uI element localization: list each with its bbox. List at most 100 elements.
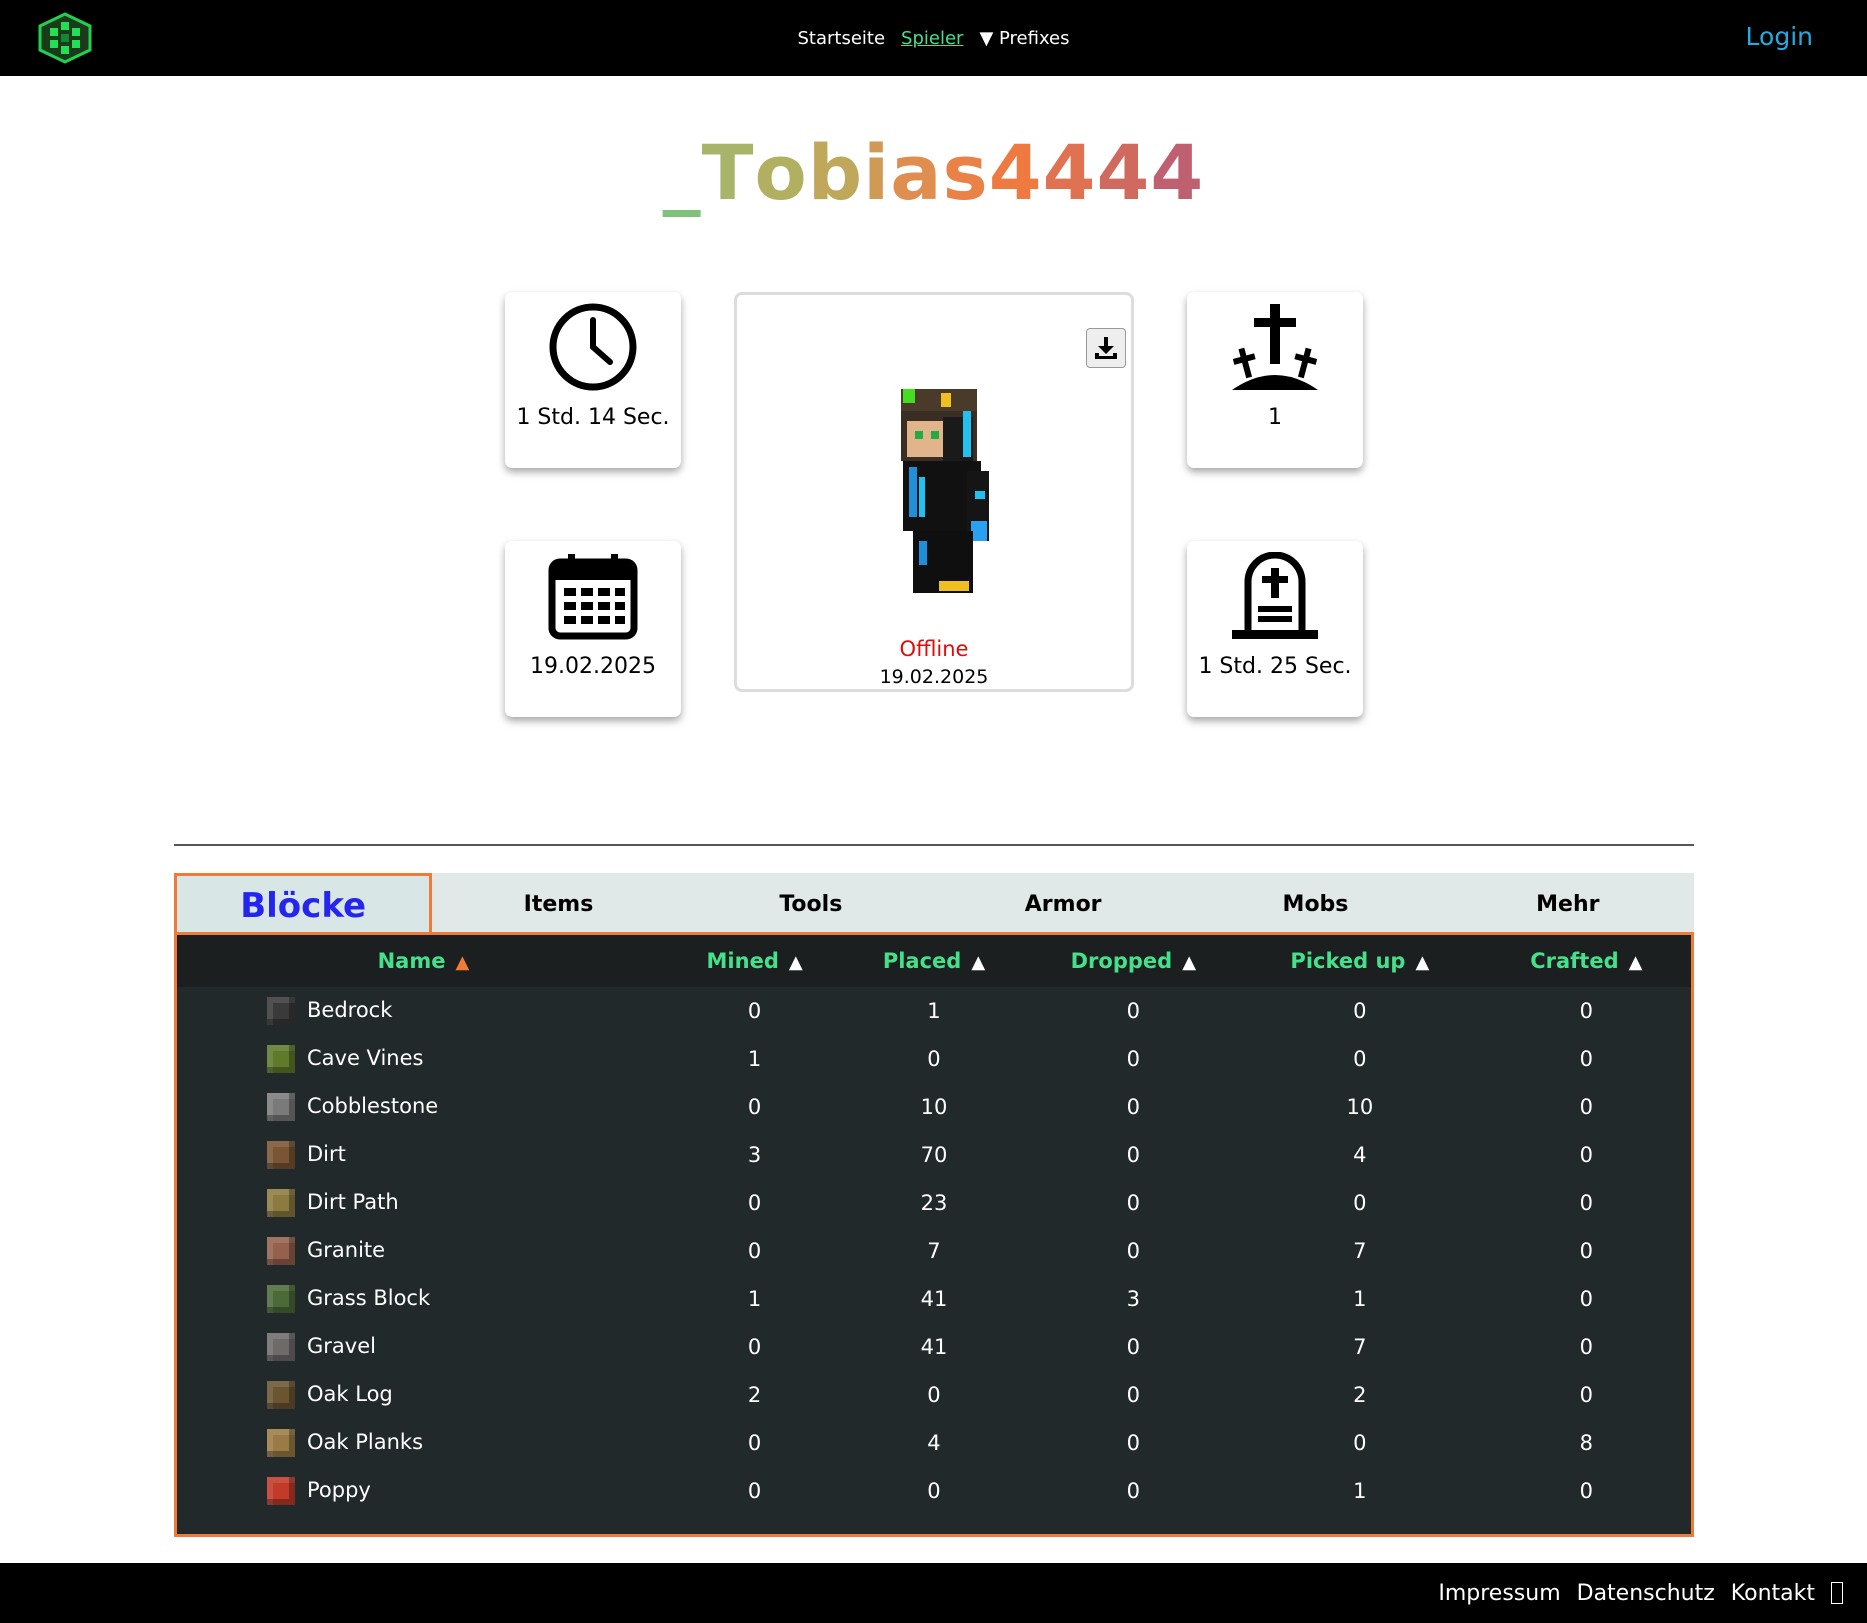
table-row: Bedrock 0 1 0 0 0: [177, 987, 1691, 1035]
player-name-letter: i: [863, 128, 891, 217]
stat-cell: 0: [1579, 1095, 1594, 1119]
block-icon: [267, 997, 295, 1025]
login-link[interactable]: Login: [1746, 22, 1813, 51]
stat-cell: 0: [1353, 1047, 1367, 1071]
stat-cell: 0: [747, 1479, 762, 1503]
table-row: Cave Vines 1 0 0 0 0: [177, 1035, 1691, 1083]
sort-asc-icon: ▲: [455, 952, 470, 973]
blocks-table-panel[interactable]: Name ▲ Mined ▲ Placed ▲ Dropped ▲ Picked up ▲…: [174, 932, 1694, 1537]
stats-tabs: Blöcke Items Tools Armor Mobs Mehr: [174, 873, 1694, 935]
tab-more[interactable]: Mehr: [1442, 873, 1694, 935]
stat-cell: 2: [1353, 1383, 1367, 1407]
block-name-cell: Poppy: [177, 1467, 670, 1515]
stat-cell: 4: [1353, 1143, 1367, 1167]
download-skin-button[interactable]: [1086, 328, 1126, 368]
calendar-icon: [505, 541, 681, 651]
table-header-row: Name ▲ Mined ▲ Placed ▲ Dropped ▲ Picked up ▲…: [177, 935, 1691, 987]
tab-mobs[interactable]: Mobs: [1189, 873, 1441, 935]
tab-armor[interactable]: Armor: [937, 873, 1189, 935]
player-name-letter: 4: [1150, 128, 1205, 217]
stat-cell: 0: [747, 1191, 762, 1215]
col-header-name[interactable]: Name ▲: [177, 935, 670, 987]
stat-cell: 1: [927, 999, 941, 1023]
stat-cell: 0: [1126, 1239, 1141, 1263]
sort-icon: ▲: [1628, 952, 1643, 973]
block-name-cell: Cobblestone: [177, 1083, 670, 1131]
stat-cell: 1: [747, 1047, 762, 1071]
stat-cell: 1: [1353, 1479, 1367, 1503]
table-row: Dirt Path 0 23 0 0 0: [177, 1179, 1691, 1227]
block-name-cell: Dirt Path: [177, 1179, 670, 1227]
block-name-cell: Grass Block: [177, 1275, 670, 1323]
col-header-mined[interactable]: Mined ▲: [670, 935, 839, 987]
col-header-picked-up[interactable]: Picked up ▲: [1238, 935, 1482, 987]
top-navbar: Startseite Spieler ▼ Prefixes Login: [0, 0, 1867, 76]
block-icon: [267, 1189, 295, 1217]
tab-blocks[interactable]: Blöcke: [174, 873, 433, 935]
nav-players-link[interactable]: Spieler: [901, 28, 963, 49]
col-header-crafted[interactable]: Crafted ▲: [1482, 935, 1691, 987]
block-icon: [267, 1045, 295, 1073]
stat-cell: 0: [1579, 1191, 1594, 1215]
stat-cell: 4: [927, 1431, 941, 1455]
first-join-card: 19.02.2025: [505, 541, 681, 717]
block-icon: [267, 1381, 295, 1409]
main-nav: Startseite Spieler ▼ Prefixes: [0, 0, 1867, 76]
stat-cell: 7: [927, 1239, 941, 1263]
player-name-letter: o: [754, 128, 808, 217]
block-name: Granite: [307, 1238, 386, 1262]
block-name: Dirt: [307, 1142, 346, 1166]
stat-cell: 1: [747, 1287, 762, 1311]
block-icon: [267, 1333, 295, 1361]
player-skin-panel: Offline 19.02.2025: [734, 292, 1134, 692]
block-icon: [267, 1141, 295, 1169]
since-death-value: 1 Std. 25 Sec.: [1198, 654, 1352, 679]
stat-cell: 0: [1579, 1383, 1594, 1407]
tab-items[interactable]: Items: [432, 873, 684, 935]
blocks-table: Name ▲ Mined ▲ Placed ▲ Dropped ▲ Picked up ▲…: [177, 935, 1691, 1515]
stat-cell: 0: [1579, 1287, 1594, 1311]
block-icon: [267, 1093, 295, 1121]
tab-tools[interactable]: Tools: [685, 873, 937, 935]
player-name-letter: 4: [1096, 128, 1151, 217]
stat-cell: 0: [747, 1095, 762, 1119]
playtime-card: 1 Std. 14 Sec.: [505, 292, 681, 468]
clock-icon: [505, 292, 681, 402]
block-name: Cave Vines: [307, 1046, 424, 1070]
stat-cell: 0: [1579, 999, 1594, 1023]
stat-cell: 0: [1353, 1191, 1367, 1215]
stat-cell: 0: [1126, 1191, 1141, 1215]
table-row: Grass Block 1 41 3 1 0: [177, 1275, 1691, 1323]
player-name-title: _Tobias4444: [0, 128, 1867, 217]
deaths-value: 1: [1268, 405, 1282, 430]
tombstone-icon: [1187, 541, 1363, 651]
stat-cell: 0: [1126, 1143, 1141, 1167]
nav-home-link[interactable]: Startseite: [797, 28, 885, 49]
stat-cell: 0: [747, 1431, 762, 1455]
block-name: Oak Log: [307, 1382, 393, 1406]
stat-cell: 1: [1353, 1287, 1367, 1311]
stat-cell: 0: [1126, 1431, 1141, 1455]
block-name: Poppy: [307, 1478, 371, 1502]
download-icon: [1095, 337, 1117, 359]
table-row: Cobblestone 0 10 0 10 0: [177, 1083, 1691, 1131]
sort-icon: ▲: [1415, 952, 1430, 973]
first-join-value: 19.02.2025: [530, 654, 656, 679]
player-name-letter: _: [662, 128, 702, 217]
stat-cell: 10: [1346, 1095, 1374, 1119]
col-header-dropped[interactable]: Dropped ▲: [1029, 935, 1238, 987]
table-row: Gravel 0 41 0 7 0: [177, 1323, 1691, 1371]
stat-cell: 2: [747, 1383, 762, 1407]
player-skin-render: [901, 389, 989, 593]
footer-impressum-link[interactable]: Impressum: [1438, 1581, 1560, 1606]
stat-cell: 0: [1579, 1335, 1594, 1359]
stat-cell: 0: [1126, 1479, 1141, 1503]
nav-prefixes-dropdown[interactable]: ▼ Prefixes: [979, 28, 1069, 49]
player-name-letter: 4: [988, 128, 1043, 217]
col-header-placed[interactable]: Placed ▲: [839, 935, 1028, 987]
stat-cell: 0: [927, 1047, 941, 1071]
graves-icon: [1187, 292, 1363, 402]
stat-cell: 41: [920, 1335, 948, 1359]
footer-contact-link[interactable]: Kontakt: [1731, 1581, 1815, 1606]
footer-privacy-link[interactable]: Datenschutz: [1577, 1581, 1715, 1606]
